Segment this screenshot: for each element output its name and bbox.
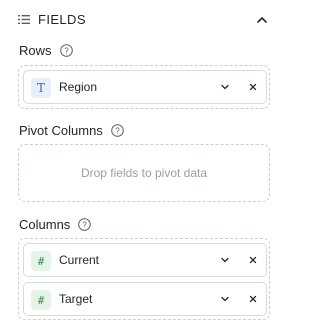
rows-drop-zone[interactable]: T Region	[18, 65, 270, 109]
list-icon	[18, 15, 30, 24]
svg-text:?: ?	[83, 220, 88, 229]
field-chip-region[interactable]: T Region	[23, 70, 267, 104]
panel-title: FIELDS	[38, 12, 86, 27]
help-icon[interactable]: ?	[78, 218, 92, 231]
svg-text:?: ?	[115, 126, 120, 135]
field-chip-target[interactable]: # Target	[23, 282, 267, 316]
columns-label: Columns	[19, 217, 71, 232]
pivot-columns-section-label: Pivot Columns ?	[19, 123, 124, 138]
chevron-down-icon[interactable]	[220, 255, 230, 265]
number-type-icon: #	[31, 290, 51, 310]
columns-section-label: Columns ?	[19, 217, 92, 232]
chevron-down-icon[interactable]	[220, 82, 230, 92]
help-icon[interactable]: ?	[111, 124, 124, 137]
pivot-columns-drop-zone[interactable]: Drop fields to pivot data	[18, 144, 270, 202]
close-icon[interactable]	[248, 82, 258, 92]
close-icon[interactable]	[248, 294, 258, 304]
help-icon[interactable]: ?	[59, 44, 73, 57]
field-name: Current	[59, 253, 100, 267]
field-name: Target	[59, 292, 93, 306]
svg-text:?: ?	[64, 46, 69, 55]
close-icon[interactable]	[248, 255, 258, 265]
pivot-columns-label: Pivot Columns	[19, 123, 103, 138]
number-type-icon: #	[31, 251, 51, 271]
chevron-up-icon[interactable]	[256, 14, 268, 26]
text-type-icon: T	[31, 78, 51, 98]
field-name: Region	[59, 80, 98, 94]
columns-drop-zone[interactable]: # Current # Target	[18, 238, 270, 320]
fields-panel-header[interactable]: FIELDS	[0, 0, 288, 40]
chevron-down-icon[interactable]	[220, 294, 230, 304]
rows-section-label: Rows ?	[19, 43, 73, 58]
rows-label: Rows	[19, 43, 52, 58]
drop-placeholder: Drop fields to pivot data	[80, 166, 208, 180]
field-chip-current[interactable]: # Current	[23, 243, 267, 277]
